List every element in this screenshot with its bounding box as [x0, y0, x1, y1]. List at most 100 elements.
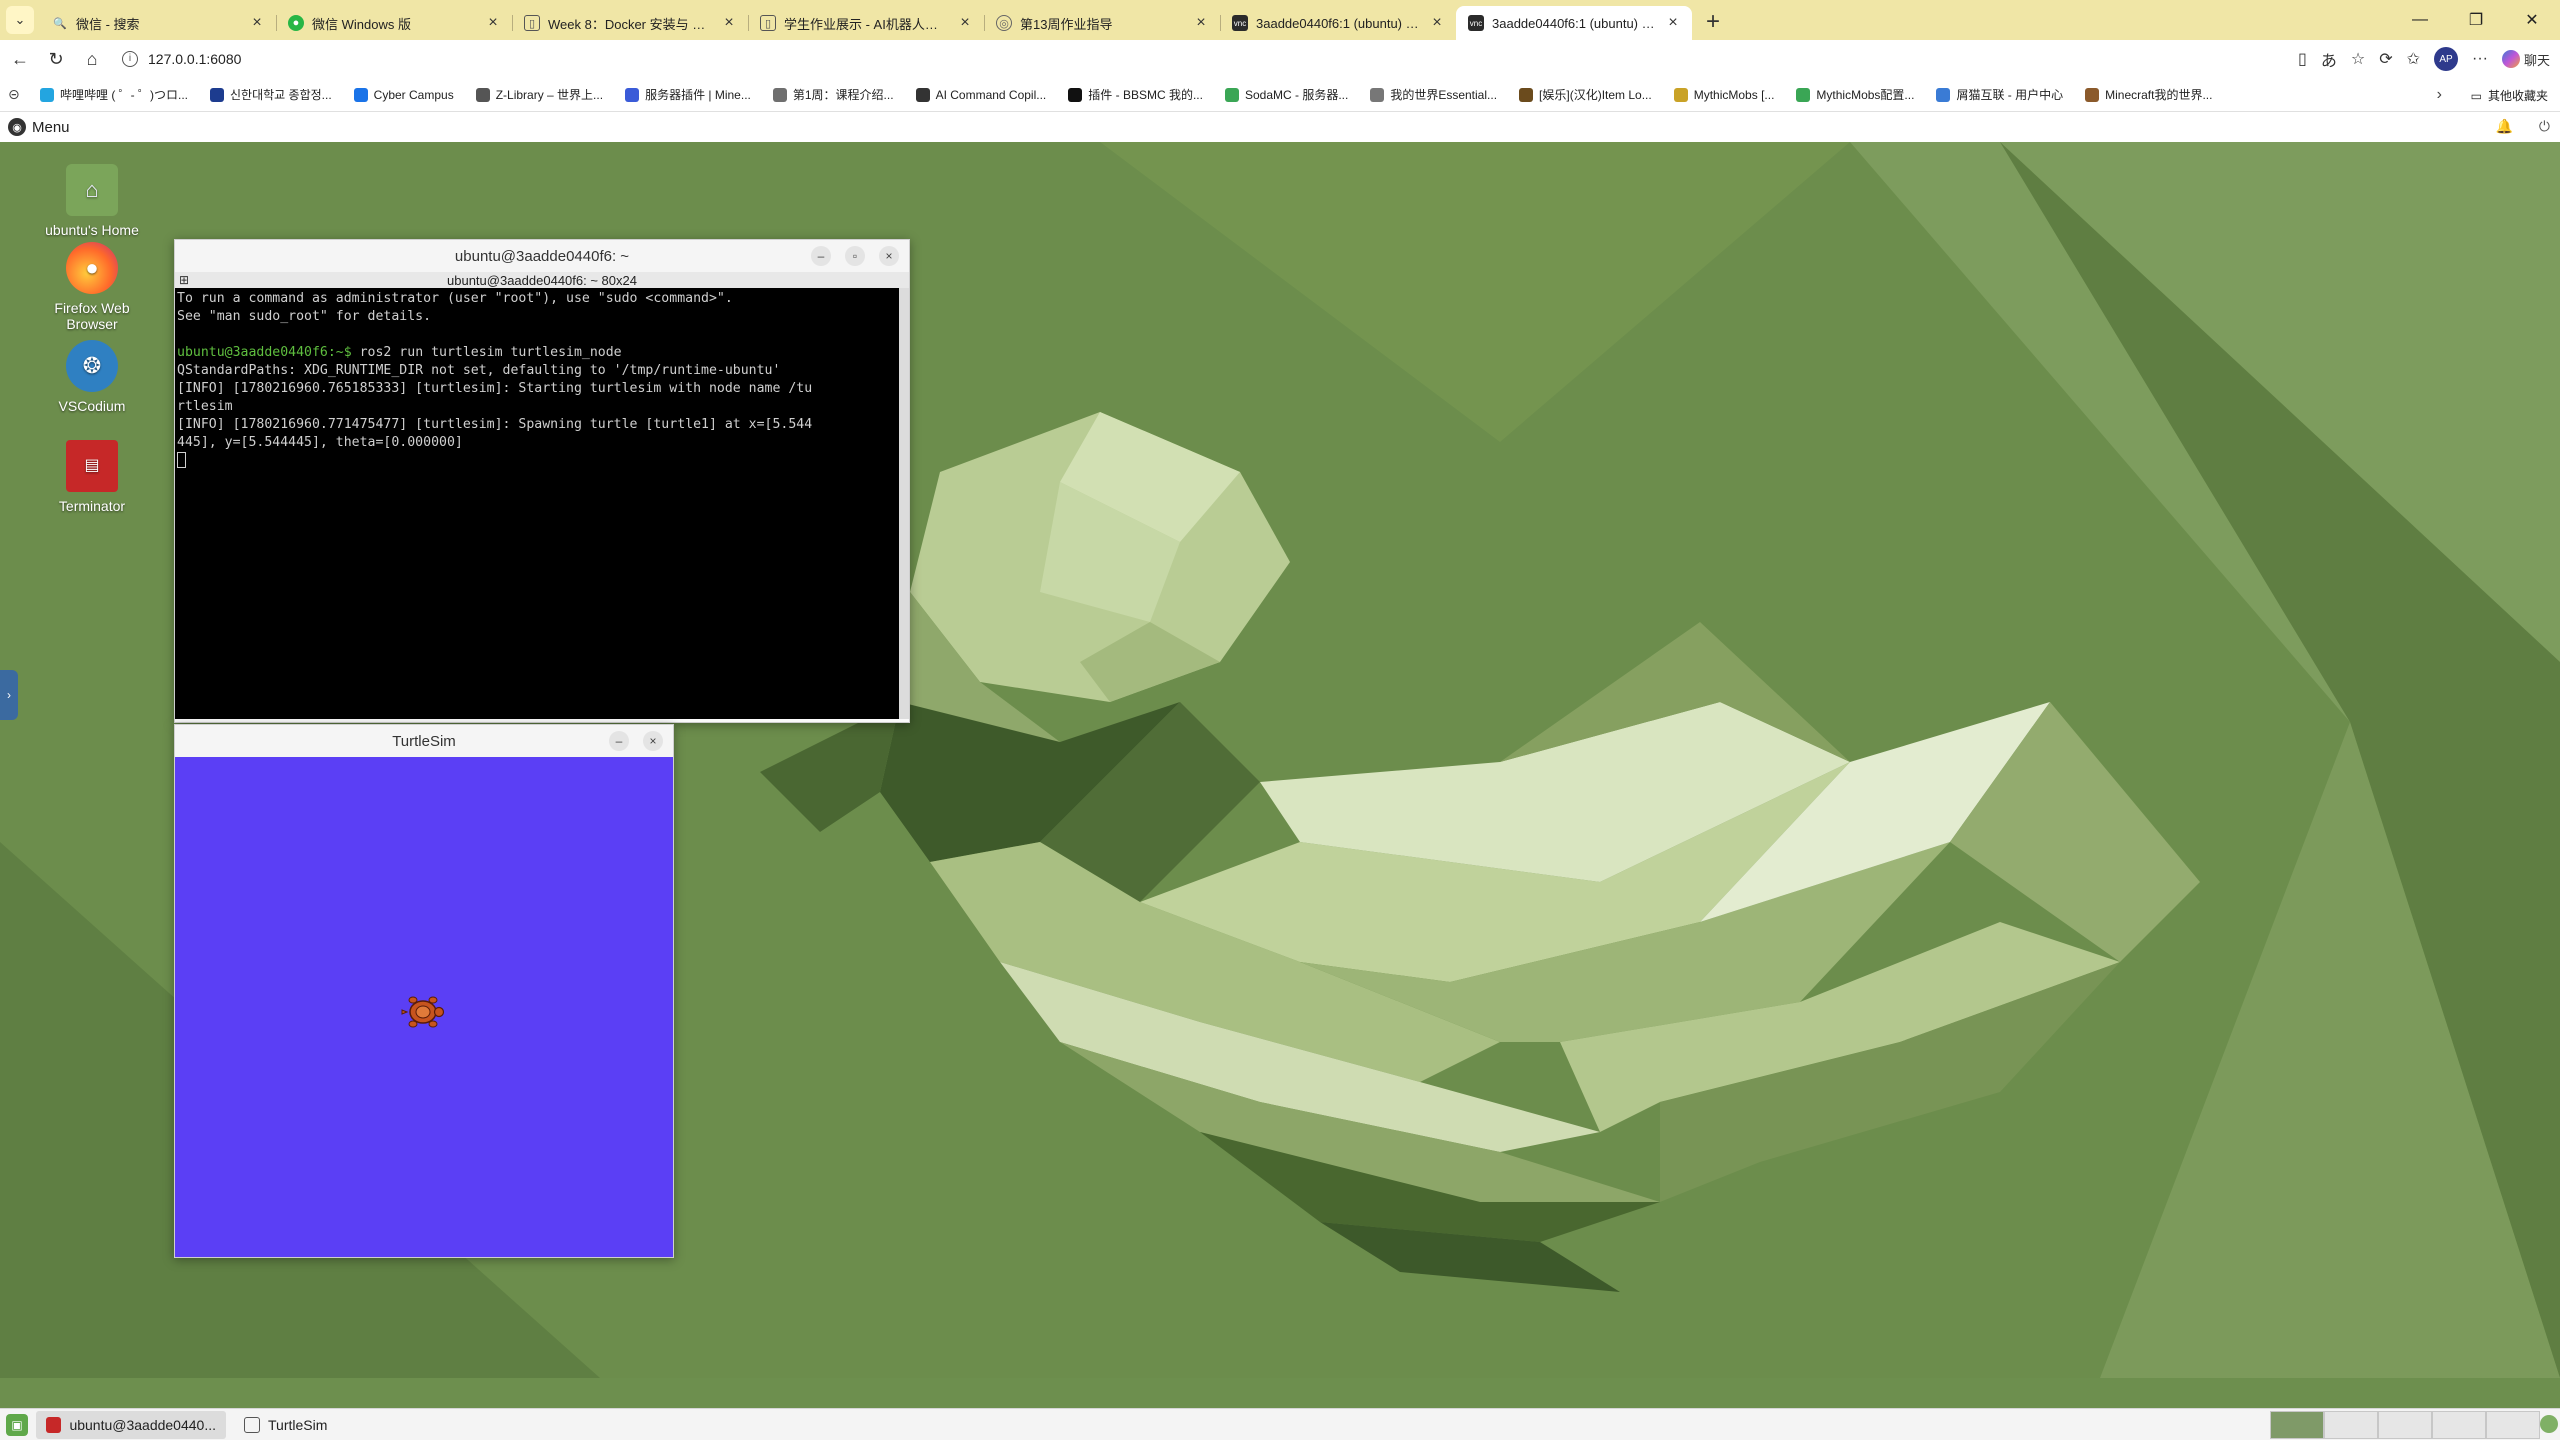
- novnc-icon: vnc: [1232, 15, 1248, 31]
- panel-tray: 🔔 ⏻: [2495, 118, 2550, 135]
- tab-close-icon[interactable]: ×: [1664, 14, 1682, 32]
- maximize-icon[interactable]: ▫: [845, 246, 865, 266]
- show-desktop-button[interactable]: ▣: [6, 1413, 28, 1436]
- notification-bell-icon[interactable]: 🔔: [2495, 118, 2512, 135]
- browser-tab-wechat-search[interactable]: 🔍 微信 - 搜索 ×: [40, 6, 276, 40]
- tray-status-icon[interactable]: [2540, 1415, 2558, 1433]
- new-tab-button[interactable]: +: [1696, 6, 1730, 40]
- other-bookmarks-folder[interactable]: ▭ 其他收藏夹: [2471, 87, 2548, 104]
- bookmark-item[interactable]: AI Command Copil...: [915, 87, 1046, 102]
- bookmark-item[interactable]: SodaMC - 服务器...: [1224, 86, 1348, 103]
- tab-close-icon[interactable]: ×: [1428, 14, 1446, 32]
- bookmark-label: 我的世界Essential...: [1390, 88, 1498, 102]
- desktop-icon-label: Terminator: [58, 498, 126, 514]
- search-icon: 🔍: [53, 17, 67, 30]
- tab-close-icon[interactable]: ×: [484, 14, 502, 32]
- browser-tab-student-work[interactable]: ▯ 学生作业展示 - AI机器人课程 ×: [748, 6, 984, 40]
- terminal-scrollbar[interactable]: [899, 288, 909, 719]
- desktop-icon-home[interactable]: ⌂ ubuntu's Home: [37, 164, 147, 238]
- desktop-icon-terminator[interactable]: ▤ Terminator: [37, 440, 147, 514]
- workspace-3[interactable]: [2378, 1411, 2432, 1439]
- taskbar-item-turtlesim[interactable]: TurtleSim: [234, 1411, 424, 1439]
- url-field[interactable]: i 127.0.0.1:6080: [122, 44, 241, 74]
- bookmark-item[interactable]: 插件 - BBSMC 我的...: [1068, 86, 1203, 103]
- profile-avatar[interactable]: AP: [2434, 47, 2458, 71]
- terminator-header: ⊞ ubuntu@3aadde0440f6: ~ 80x24: [175, 272, 909, 288]
- workspace-2[interactable]: [2324, 1411, 2378, 1439]
- workspace-1[interactable]: [2270, 1411, 2324, 1439]
- terminal-line: 445], y=[5.544445], theta=[0.000000]: [177, 435, 463, 450]
- back-button[interactable]: ←: [4, 43, 36, 75]
- window-icon: [244, 1416, 260, 1433]
- novnc-control-bar-handle[interactable]: ›: [0, 670, 18, 720]
- bookmarks-overflow-icon[interactable]: ›: [2437, 86, 2442, 104]
- close-icon[interactable]: ✕: [2504, 0, 2560, 40]
- bookmark-favicon-icon: [1673, 87, 1688, 102]
- terminal-titlebar[interactable]: ubuntu@3aadde0440f6: ~ – ▫ ×: [175, 240, 909, 272]
- workspace-5[interactable]: [2486, 1411, 2540, 1439]
- grid-icon[interactable]: ⊞: [179, 273, 189, 287]
- reload-button[interactable]: ↻: [40, 43, 72, 75]
- tab-close-icon[interactable]: ×: [956, 14, 974, 32]
- terminal-size-label: ubuntu@3aadde0440f6: ~ 80x24: [447, 272, 637, 288]
- browser-tab-novnc-1[interactable]: vnc 3aadde0440f6:1 (ubuntu) - noVNC ×: [1220, 6, 1456, 40]
- favorites-icon[interactable]: ✩: [2407, 49, 2420, 69]
- bookmark-label: [娱乐](汉化)Item Lo...: [1539, 88, 1652, 102]
- tab-close-icon[interactable]: ×: [248, 14, 266, 32]
- workspace-4[interactable]: [2432, 1411, 2486, 1439]
- minimize-icon[interactable]: —: [2392, 0, 2448, 40]
- reading-view-icon[interactable]: ▯: [2298, 49, 2307, 69]
- desktop-icon: ▣: [11, 1417, 23, 1432]
- extensions-icon[interactable]: ⟳: [2379, 49, 2392, 69]
- desktop-icon-vscodium[interactable]: ❂ VSCodium: [37, 340, 147, 414]
- restore-icon[interactable]: ❐: [2448, 0, 2504, 40]
- novnc-icon: vnc: [1468, 15, 1484, 31]
- tab-close-icon[interactable]: ×: [1192, 14, 1210, 32]
- tab-close-icon[interactable]: ×: [720, 14, 738, 32]
- home-button[interactable]: ⌂: [76, 43, 108, 75]
- bookmark-label: 第1周：课程介绍...: [792, 88, 894, 102]
- minimize-icon[interactable]: –: [811, 246, 831, 266]
- firefox-icon: ●: [66, 242, 118, 294]
- browser-tab-week8[interactable]: ▯ Week 8：Docker 安装与 ROS2 桌面 ×: [512, 6, 748, 40]
- bookmark-label: 插件 - BBSMC 我的...: [1088, 88, 1203, 102]
- bookmark-item[interactable]: MythicMobs [...: [1673, 87, 1774, 102]
- bookmark-item[interactable]: 第1周：课程介绍...: [772, 86, 894, 103]
- tab-group-icon[interactable]: ⊝: [8, 86, 28, 103]
- bookmark-item[interactable]: Minecraft我的世界...: [2085, 86, 2212, 103]
- taskbar-item-terminal[interactable]: ubuntu@3aadde0440...: [36, 1410, 226, 1439]
- browser-tab-wechat-windows[interactable]: ● 微信 Windows 版 ×: [276, 6, 512, 40]
- globe-icon: ◎: [996, 15, 1012, 31]
- bookmark-item[interactable]: 哔哩哔哩 ( ゜- ゜)つロ...: [40, 86, 188, 103]
- bookmark-label: Minecraft我的世界...: [2105, 88, 2213, 102]
- power-icon[interactable]: ⏻: [2539, 118, 2550, 135]
- translate-icon[interactable]: あ: [2321, 47, 2337, 71]
- close-icon[interactable]: ×: [879, 246, 899, 266]
- browser-tab-novnc-2[interactable]: vnc 3aadde0440f6:1 (ubuntu) - noVNC ×: [1456, 6, 1692, 40]
- bookmark-item[interactable]: MythicMobs配置...: [1796, 86, 1914, 103]
- bookmark-item[interactable]: 屑猫互联 - 用户中心: [1936, 86, 2063, 103]
- bookmark-item[interactable]: [娱乐](汉化)Item Lo...: [1519, 86, 1652, 103]
- minimize-icon[interactable]: –: [609, 731, 629, 751]
- bookmark-item[interactable]: 服务器插件 | Mine...: [625, 86, 751, 103]
- desktop-icon-firefox[interactable]: ● Firefox Web Browser: [37, 242, 147, 332]
- bookmark-item[interactable]: Z-Library – 世界上...: [475, 86, 603, 103]
- tab-actions-menu-button[interactable]: ⌄: [6, 6, 34, 34]
- favorite-star-icon[interactable]: ☆: [2351, 49, 2365, 69]
- turtlesim-titlebar[interactable]: TurtleSim – ×: [175, 725, 673, 757]
- terminator-icon: [46, 1416, 62, 1433]
- copilot-button[interactable]: 聊天: [2501, 50, 2550, 69]
- bookmark-item[interactable]: 신한대학교 종합정...: [210, 86, 332, 103]
- turtlesim-window-buttons: – ×: [609, 731, 663, 751]
- more-icon[interactable]: ···: [2472, 50, 2488, 68]
- bookmark-favicon-icon: [1796, 87, 1811, 102]
- info-icon[interactable]: i: [122, 51, 138, 67]
- bookmark-item[interactable]: 我的世界Essential...: [1370, 86, 1497, 103]
- start-menu-button[interactable]: ◉ Menu: [8, 118, 70, 136]
- browser-tab-week13[interactable]: ◎ 第13周作业指导 ×: [984, 6, 1220, 40]
- bookmark-item[interactable]: Cyber Campus: [353, 87, 454, 102]
- close-icon[interactable]: ×: [643, 731, 663, 751]
- chevron-down-icon: ⌄: [14, 12, 26, 27]
- terminal-output[interactable]: To run a command as administrator (user …: [175, 288, 899, 719]
